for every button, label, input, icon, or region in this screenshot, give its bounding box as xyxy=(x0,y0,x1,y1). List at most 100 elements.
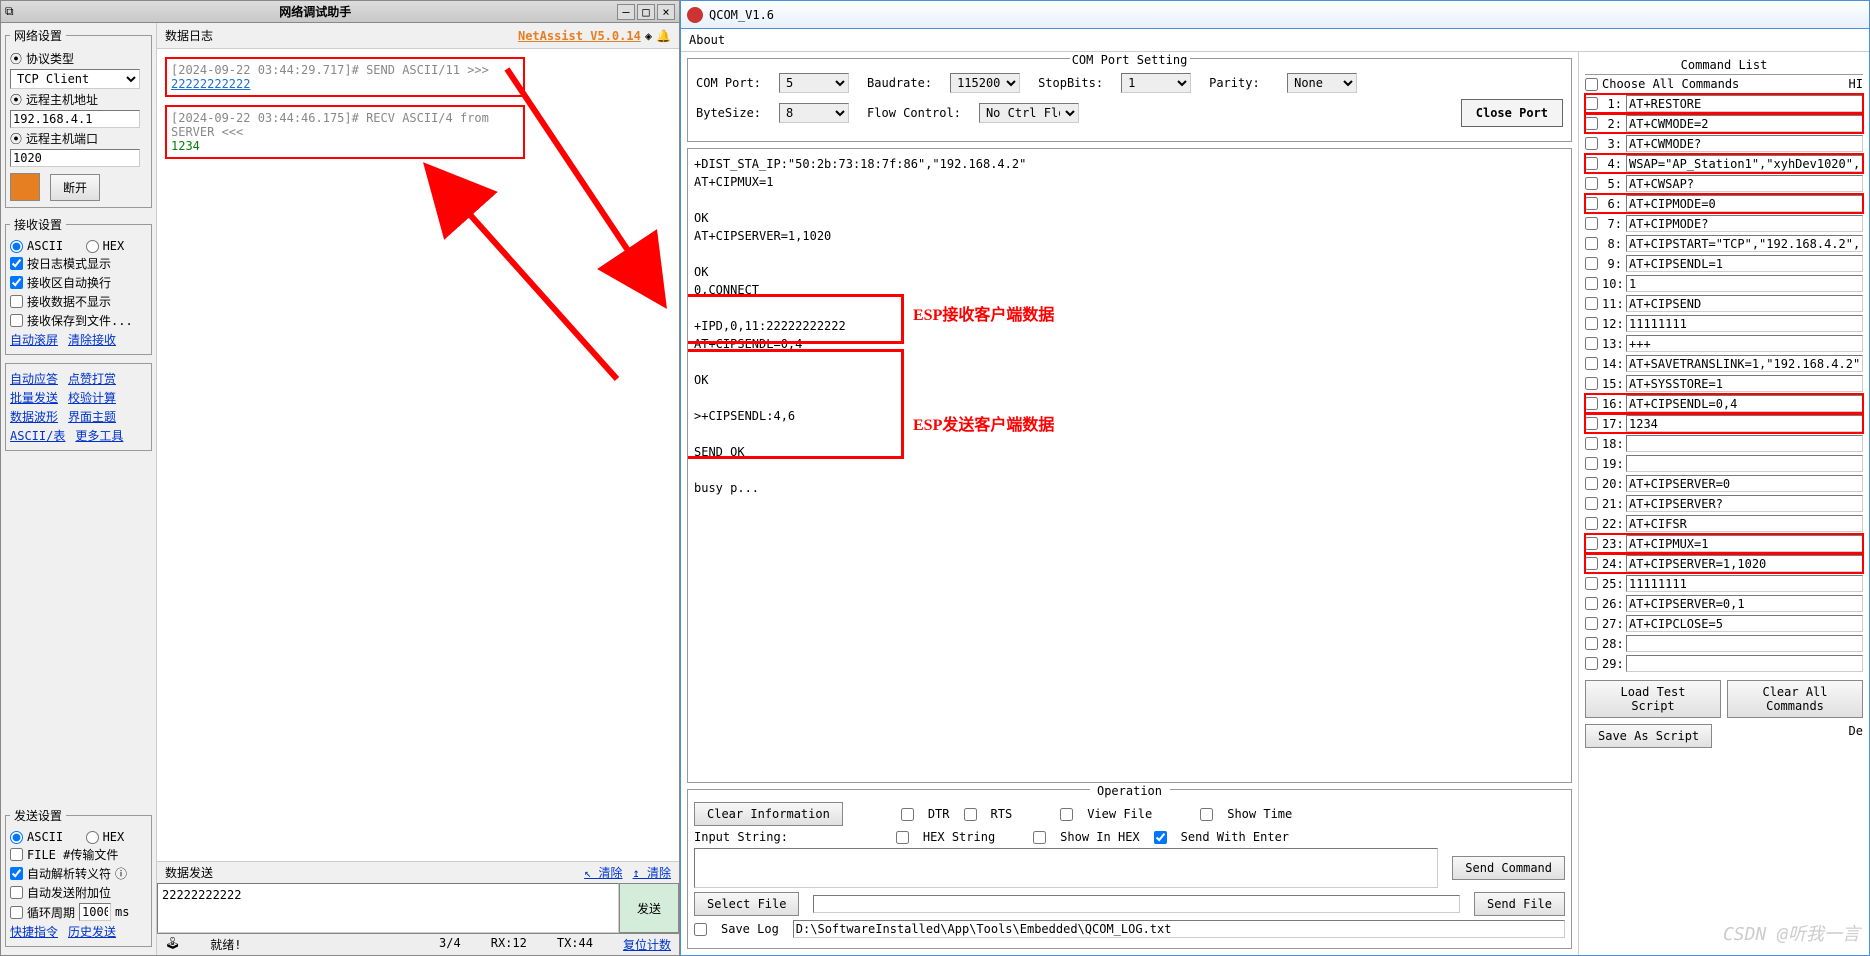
cmd-input[interactable] xyxy=(1626,235,1863,252)
cmd-input[interactable] xyxy=(1626,575,1863,592)
load-script-button[interactable]: Load Test Script xyxy=(1585,680,1721,718)
cmd-checkbox[interactable] xyxy=(1585,177,1598,190)
cmd-checkbox[interactable] xyxy=(1585,357,1598,370)
cmd-input[interactable] xyxy=(1626,115,1863,132)
cmd-input[interactable] xyxy=(1626,95,1863,112)
cmd-checkbox[interactable] xyxy=(1585,497,1598,510)
cmd-checkbox[interactable] xyxy=(1585,197,1598,210)
clear-all-button[interactable]: Clear All Commands xyxy=(1727,680,1863,718)
cmd-checkbox[interactable] xyxy=(1585,377,1598,390)
cmd-input[interactable] xyxy=(1626,475,1863,492)
cmd-checkbox[interactable] xyxy=(1585,257,1598,270)
cmd-checkbox[interactable] xyxy=(1585,517,1598,530)
cmd-input[interactable] xyxy=(1626,175,1863,192)
log-path-input[interactable] xyxy=(793,920,1565,938)
cmd-input[interactable] xyxy=(1626,275,1863,292)
cmd-checkbox[interactable] xyxy=(1585,237,1598,250)
hide-recv-checkbox[interactable] xyxy=(10,295,23,308)
terminal-output[interactable]: ESP接收客户端数据 ESP发送客户端数据 +DIST_STA_IP:"50:2… xyxy=(687,148,1572,783)
cmd-checkbox[interactable] xyxy=(1585,437,1598,450)
choose-all-checkbox[interactable] xyxy=(1585,78,1598,91)
protocol-select[interactable]: TCP Client xyxy=(10,69,140,89)
send-hex-radio[interactable] xyxy=(86,831,99,844)
auto-reply-link[interactable]: 自动应答 xyxy=(10,370,58,387)
loop-checkbox[interactable] xyxy=(10,906,23,919)
cmd-input[interactable] xyxy=(1626,495,1863,512)
dtr-checkbox[interactable] xyxy=(901,808,914,821)
cmd-input[interactable] xyxy=(1626,415,1863,432)
more-tools-link[interactable]: 更多工具 xyxy=(75,427,123,444)
cmd-checkbox[interactable] xyxy=(1585,217,1598,230)
cmd-checkbox[interactable] xyxy=(1585,657,1598,670)
clear-left-link[interactable]: ↖ 清除 xyxy=(584,864,622,881)
cmd-checkbox[interactable] xyxy=(1585,637,1598,650)
cmd-checkbox[interactable] xyxy=(1585,457,1598,470)
cmd-checkbox[interactable] xyxy=(1585,617,1598,630)
clear-info-button[interactable]: Clear Information xyxy=(694,802,843,826)
cmd-input[interactable] xyxy=(1626,455,1863,472)
cmd-input[interactable] xyxy=(1626,195,1863,212)
donate-link[interactable]: 点赞打赏 xyxy=(68,370,116,387)
cmd-checkbox[interactable] xyxy=(1585,277,1598,290)
cmd-input[interactable] xyxy=(1626,355,1863,372)
view-file-checkbox[interactable] xyxy=(1060,808,1073,821)
baudrate-select[interactable]: 115200 xyxy=(950,73,1020,93)
input-string-field[interactable] xyxy=(694,848,1438,888)
send-input[interactable]: 22222222222 xyxy=(157,883,619,933)
cmd-checkbox[interactable] xyxy=(1585,337,1598,350)
send-tab[interactable]: 数据发送 xyxy=(165,864,213,881)
autoscroll-link[interactable]: 自动滚屏 xyxy=(10,331,58,348)
batch-send-link[interactable]: 批量发送 xyxy=(10,389,58,406)
maximize-button[interactable]: □ xyxy=(637,4,655,20)
log-tab[interactable]: 数据日志 xyxy=(165,27,213,44)
save-file-checkbox[interactable] xyxy=(10,314,23,327)
stopbits-select[interactable]: 1 xyxy=(1121,73,1191,93)
cmd-checkbox[interactable] xyxy=(1585,577,1598,590)
cmd-checkbox[interactable] xyxy=(1585,417,1598,430)
hex-string-checkbox[interactable] xyxy=(896,831,909,844)
cmd-input[interactable] xyxy=(1626,535,1863,552)
cmd-checkbox[interactable] xyxy=(1585,297,1598,310)
flowctrl-select[interactable]: No Ctrl Flow xyxy=(979,103,1079,123)
cmd-input[interactable] xyxy=(1626,335,1863,352)
reset-count-link[interactable]: 复位计数 xyxy=(623,936,671,953)
close-button[interactable]: × xyxy=(657,4,675,20)
close-port-button[interactable]: Close Port xyxy=(1461,99,1563,127)
cmd-checkbox[interactable] xyxy=(1585,97,1598,110)
log-mode-checkbox[interactable] xyxy=(10,257,23,270)
recv-ascii-radio[interactable] xyxy=(10,240,23,253)
cmd-input[interactable] xyxy=(1626,435,1863,452)
cmd-checkbox[interactable] xyxy=(1585,557,1598,570)
send-button[interactable]: 发送 xyxy=(619,883,679,933)
cmd-input[interactable] xyxy=(1626,595,1863,612)
clear-recv-link[interactable]: 清除接收 xyxy=(68,331,116,348)
shortcut-link[interactable]: 快捷指令 xyxy=(10,923,58,940)
log-area[interactable]: [2024-09-22 03:44:29.717]# SEND ASCII/11… xyxy=(157,49,679,861)
cmd-input[interactable] xyxy=(1626,635,1863,652)
checksum-link[interactable]: 校验计算 xyxy=(68,389,116,406)
bell-icon[interactable]: 🔔 xyxy=(656,29,671,43)
send-ascii-radio[interactable] xyxy=(10,831,23,844)
ascii-table-link[interactable]: ASCII/表 xyxy=(10,427,65,444)
cmd-input[interactable] xyxy=(1626,615,1863,632)
cmd-input[interactable] xyxy=(1626,295,1863,312)
host-input[interactable] xyxy=(10,110,140,128)
cmd-checkbox[interactable] xyxy=(1585,537,1598,550)
period-input[interactable] xyxy=(79,903,111,921)
save-log-checkbox[interactable] xyxy=(694,923,707,936)
append-checkbox[interactable] xyxy=(10,886,23,899)
menu-about[interactable]: About xyxy=(689,33,725,47)
send-file-button[interactable]: Send File xyxy=(1474,892,1565,916)
minimize-button[interactable]: ‒ xyxy=(617,4,635,20)
cmd-input[interactable] xyxy=(1626,215,1863,232)
theme-link[interactable]: 界面主题 xyxy=(68,408,116,425)
send-enter-checkbox[interactable] xyxy=(1154,831,1167,844)
cmd-checkbox[interactable] xyxy=(1585,477,1598,490)
save-script-button[interactable]: Save As Script xyxy=(1585,724,1712,748)
rts-checkbox[interactable] xyxy=(964,808,977,821)
select-file-button[interactable]: Select File xyxy=(694,892,799,916)
cmd-checkbox[interactable] xyxy=(1585,317,1598,330)
cmd-input[interactable] xyxy=(1626,135,1863,152)
cmd-input[interactable] xyxy=(1626,655,1863,672)
cmd-input[interactable] xyxy=(1626,255,1863,272)
